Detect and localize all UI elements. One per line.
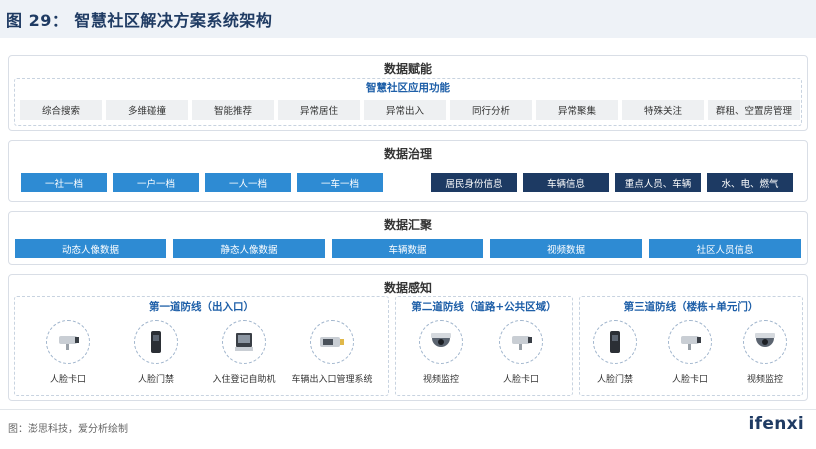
device-label: 入住登记自助机: [212, 375, 276, 385]
layer-data-governance: 数据治理 一社一档 一户一档 一人一档 一车一档 居民身份信息 车辆信息 重点人…: [8, 140, 808, 202]
function-box: 异常聚集: [536, 100, 618, 120]
archive-box: 一户一档: [113, 173, 199, 192]
archive-box: 一人一档: [205, 173, 291, 192]
device-label: 车辆出入口管理系统: [291, 375, 373, 385]
function-box: 同行分析: [450, 100, 532, 120]
layer-title: 数据汇聚: [383, 218, 432, 232]
function-box: 智能推荐: [192, 100, 274, 120]
defense-line-2-title: 第二道防线（道路+公共区域）: [411, 301, 557, 313]
function-box: 异常居住: [278, 100, 360, 120]
figure-source: 图：澎思科技，爱分析绘制: [8, 424, 128, 435]
vehicle-gate-camera-icon: [310, 320, 354, 364]
figure-header: 图 29： 智慧社区解决方案系统架构: [0, 0, 816, 38]
device-self-service-kiosk: 入住登记自助机: [199, 320, 289, 385]
defense-line-1-title: 第一道防线（出入口）: [149, 301, 254, 313]
function-box: 特殊关注: [622, 100, 704, 120]
function-box: 多维碰撞: [106, 100, 188, 120]
self-service-kiosk-icon: [222, 320, 266, 364]
layer-data-perception: 数据感知 第一道防线（出入口） 人脸卡口 人脸门禁 入住登记自助机 车辆出入口管…: [8, 274, 808, 401]
data-source-box: 静态人像数据: [173, 239, 325, 258]
face-camera-icon: [668, 320, 712, 364]
device-video-surveillance: 视频监控: [396, 320, 486, 385]
device-vehicle-gate-system: 车辆出入口管理系统: [287, 320, 377, 385]
data-source-box: 车辆数据: [332, 239, 483, 258]
function-box: 群租、空置房管理: [708, 100, 800, 120]
layer-data-empowerment: 数据赋能 智慧社区应用功能 综合搜索 多维碰撞 智能推荐 异常居住 异常出入 同…: [8, 55, 808, 131]
info-box: 居民身份信息: [431, 173, 517, 192]
function-box: 综合搜索: [20, 100, 102, 120]
device-label: 人脸门禁: [137, 375, 174, 385]
archive-box: 一社一档: [21, 173, 107, 192]
device-label: 视频监控: [746, 375, 783, 385]
layer-title: 数据感知: [383, 281, 432, 295]
ifenxi-logo: ifenxi: [748, 414, 804, 434]
data-source-box: 视频数据: [490, 239, 642, 258]
data-source-box: 社区人员信息: [649, 239, 801, 258]
footer-divider: [0, 409, 816, 410]
dome-camera-icon: [743, 320, 787, 364]
device-label: 人脸卡口: [49, 375, 86, 385]
face-camera-icon: [46, 320, 90, 364]
info-box: 水、电、燃气: [707, 173, 793, 192]
device-label: 视频监控: [422, 375, 459, 385]
device-video-surveillance: 视频监控: [720, 320, 810, 385]
dome-camera-icon: [419, 320, 463, 364]
data-source-box: 动态人像数据: [15, 239, 166, 258]
face-camera-icon: [499, 320, 543, 364]
app-functions-title: 智慧社区应用功能: [366, 82, 450, 94]
device-face-camera: 人脸卡口: [476, 320, 566, 385]
info-box: 车辆信息: [523, 173, 609, 192]
figure-title: 图 29： 智慧社区解决方案系统架构: [6, 11, 273, 30]
layer-title: 数据治理: [383, 147, 432, 161]
device-face-access: 人脸门禁: [111, 320, 201, 385]
device-face-camera: 人脸卡口: [23, 320, 113, 385]
face-access-terminal-icon: [134, 320, 178, 364]
defense-line-3-title: 第三道防线（楼栋+单元门）: [623, 301, 759, 313]
function-box: 异常出入: [364, 100, 446, 120]
face-access-terminal-icon: [593, 320, 637, 364]
layer-data-aggregation: 数据汇聚 动态人像数据 静态人像数据 车辆数据 视频数据 社区人员信息: [8, 211, 808, 265]
device-label: 人脸卡口: [502, 375, 539, 385]
info-box: 重点人员、车辆: [615, 173, 701, 192]
archive-box: 一车一档: [297, 173, 383, 192]
layer-title: 数据赋能: [383, 62, 432, 76]
